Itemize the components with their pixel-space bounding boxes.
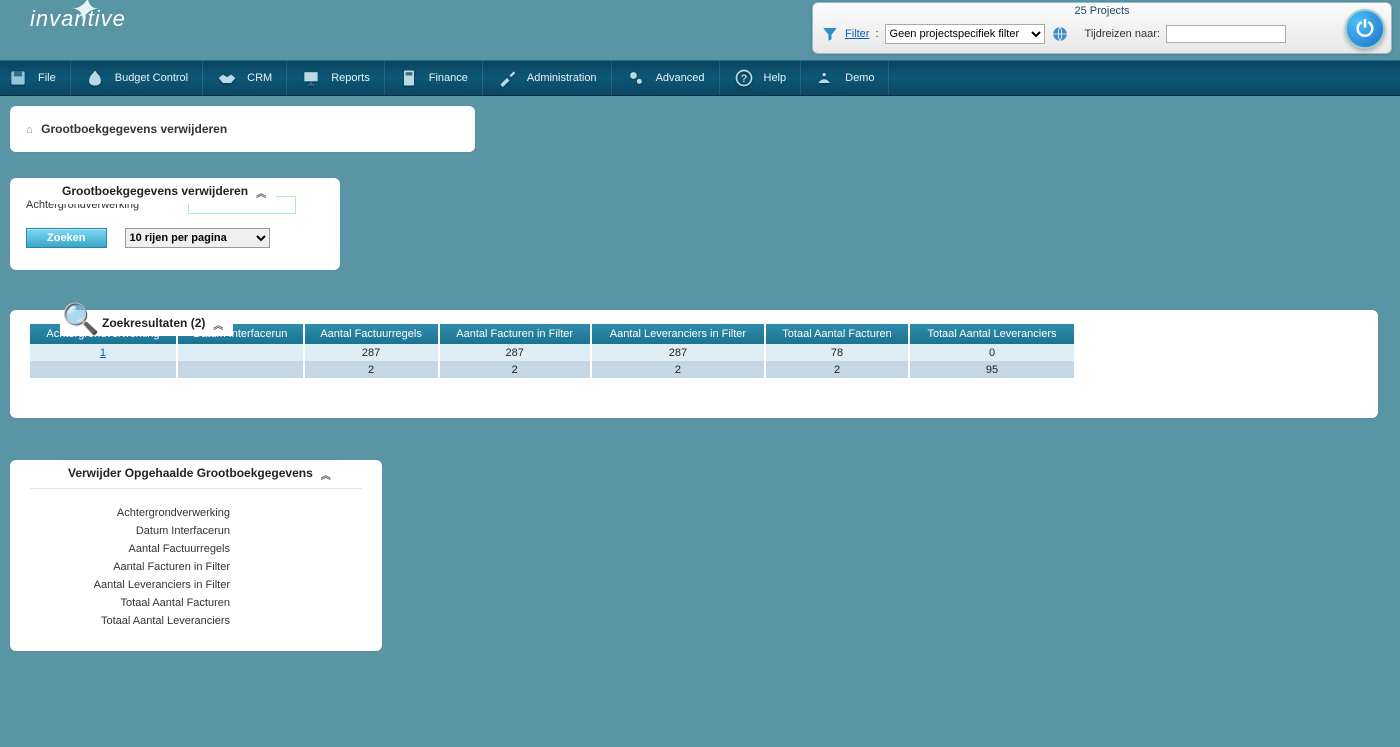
tijdreizen-label: Tijdreizen naar: [1085, 28, 1160, 40]
calculator-icon [399, 68, 419, 88]
nav-demo-label: Demo [845, 72, 874, 84]
collapse-icon[interactable]: ︽ [321, 467, 331, 482]
logo-burst-icon: ✦ [68, 0, 98, 20]
search-panel: Grootboekgegevens verwijderen ︽ Achtergr… [10, 178, 340, 270]
cell: 287 [304, 344, 439, 361]
home-icon[interactable]: ⌂ [26, 124, 33, 136]
table-row[interactable]: 2 2 2 2 95 [30, 361, 1074, 378]
svg-text:?: ? [740, 73, 747, 85]
wizard-icon [815, 68, 835, 88]
nav-file-label: File [38, 72, 56, 84]
cell: 95 [909, 361, 1074, 378]
cell [177, 344, 304, 361]
breadcrumb: ⌂ Grootboekgegevens verwijderen [10, 106, 475, 152]
detail-panel-title: Verwijder Opgehaalde Grootboekgegevens [68, 466, 313, 480]
funnel-icon [821, 25, 839, 43]
results-side-tab[interactable] [1336, 312, 1372, 336]
tools-icon [497, 68, 517, 88]
detail-field-label: Totaal Aantal Facturen [30, 597, 230, 609]
nav-finance-label: Finance [429, 72, 468, 84]
cell: 78 [765, 344, 909, 361]
projects-title[interactable]: 25 Projects [813, 3, 1391, 19]
nav-help-label: Help [764, 72, 787, 84]
filter-label-link[interactable]: Filter [845, 28, 869, 40]
col-totaal-leveranciers[interactable]: Totaal Aantal Leveranciers [909, 324, 1074, 344]
nav-crm[interactable]: CRM [203, 61, 287, 95]
search-panel-title: Grootboekgegevens verwijderen [62, 184, 248, 198]
power-icon: ⏻ [1356, 16, 1373, 42]
presentation-icon [301, 68, 321, 88]
power-button[interactable]: ⏻ [1345, 9, 1385, 49]
col-facturen-filter[interactable]: Aantal Facturen in Filter [439, 324, 591, 344]
nav-administration[interactable]: Administration [483, 61, 612, 95]
money-bag-icon [85, 68, 105, 88]
cell: 287 [591, 344, 765, 361]
detail-panel: Verwijder Opgehaalde Grootboekgegevens ︽… [10, 460, 382, 651]
breadcrumb-title: Grootboekgegevens verwijderen [41, 122, 227, 136]
question-icon: ? [734, 68, 754, 88]
main-nav: File Budget Control CRM Reports Finance … [0, 60, 1400, 96]
results-panel: 🔍 Zoekresultaten (2) ︽ Achtergrondverwer… [10, 310, 1378, 418]
col-factuurregels[interactable]: Aantal Factuurregels [304, 324, 439, 344]
nav-finance[interactable]: Finance [385, 61, 483, 95]
cell: 2 [591, 361, 765, 378]
disk-icon [8, 68, 28, 88]
collapse-icon[interactable]: ︽ [213, 317, 223, 332]
magnifier-icon: 🔍 [62, 302, 99, 337]
zoeken-button[interactable]: Zoeken [26, 228, 107, 248]
table-row[interactable]: 1 287 287 287 78 0 [30, 344, 1074, 361]
detail-field-label: Aantal Leveranciers in Filter [30, 579, 230, 591]
nav-crm-label: CRM [247, 72, 272, 84]
nav-reports-label: Reports [331, 72, 370, 84]
nav-advanced-label: Advanced [656, 72, 705, 84]
globe-icon [1051, 25, 1069, 43]
cell [177, 361, 304, 378]
cell: 287 [439, 344, 591, 361]
detail-field-label: Aantal Facturen in Filter [30, 561, 230, 573]
nav-budget-label: Budget Control [115, 72, 188, 84]
rows-per-page-select[interactable]: 10 rijen per pagina [125, 228, 270, 248]
filter-select[interactable]: Geen projectspecifiek filter [885, 24, 1045, 44]
detail-field-label: Achtergrondverwerking [30, 507, 230, 519]
handshake-icon [217, 68, 237, 88]
results-panel-title: Zoekresultaten (2) [102, 316, 205, 330]
row-link[interactable]: 1 [100, 347, 106, 359]
collapse-icon[interactable]: ︽ [256, 185, 266, 200]
nav-administration-label: Administration [527, 72, 597, 84]
cell: 0 [909, 344, 1074, 361]
nav-help[interactable]: ? Help [720, 61, 802, 95]
nav-demo[interactable]: Demo [801, 61, 889, 95]
cell[interactable]: 1 [30, 344, 177, 361]
gears-icon [626, 68, 646, 88]
cell: 2 [439, 361, 591, 378]
filter-colon: : [875, 28, 878, 40]
col-leveranciers-filter[interactable]: Aantal Leveranciers in Filter [591, 324, 765, 344]
cell: 2 [304, 361, 439, 378]
brand-logo: ✦ invantive [30, 6, 126, 32]
nav-advanced[interactable]: Advanced [612, 61, 720, 95]
nav-file[interactable]: File [0, 61, 71, 95]
cell [30, 361, 177, 378]
detail-field-label: Aantal Factuurregels [30, 543, 230, 555]
search-panel-tab: Grootboekgegevens verwijderen ︽ [50, 178, 276, 204]
nav-reports[interactable]: Reports [287, 61, 385, 95]
top-toolbar: 25 Projects Filter : Geen projectspecifi… [812, 2, 1392, 54]
nav-budget-control[interactable]: Budget Control [71, 61, 203, 95]
detail-panel-tab: Verwijder Opgehaalde Grootboekgegevens ︽ [56, 460, 341, 486]
tijdreizen-input[interactable] [1166, 25, 1286, 43]
detail-field-label: Datum Interfacerun [30, 525, 230, 537]
divider [30, 488, 362, 489]
col-totaal-facturen[interactable]: Totaal Aantal Facturen [765, 324, 909, 344]
detail-field-label: Totaal Aantal Leveranciers [30, 615, 230, 627]
cell: 2 [765, 361, 909, 378]
